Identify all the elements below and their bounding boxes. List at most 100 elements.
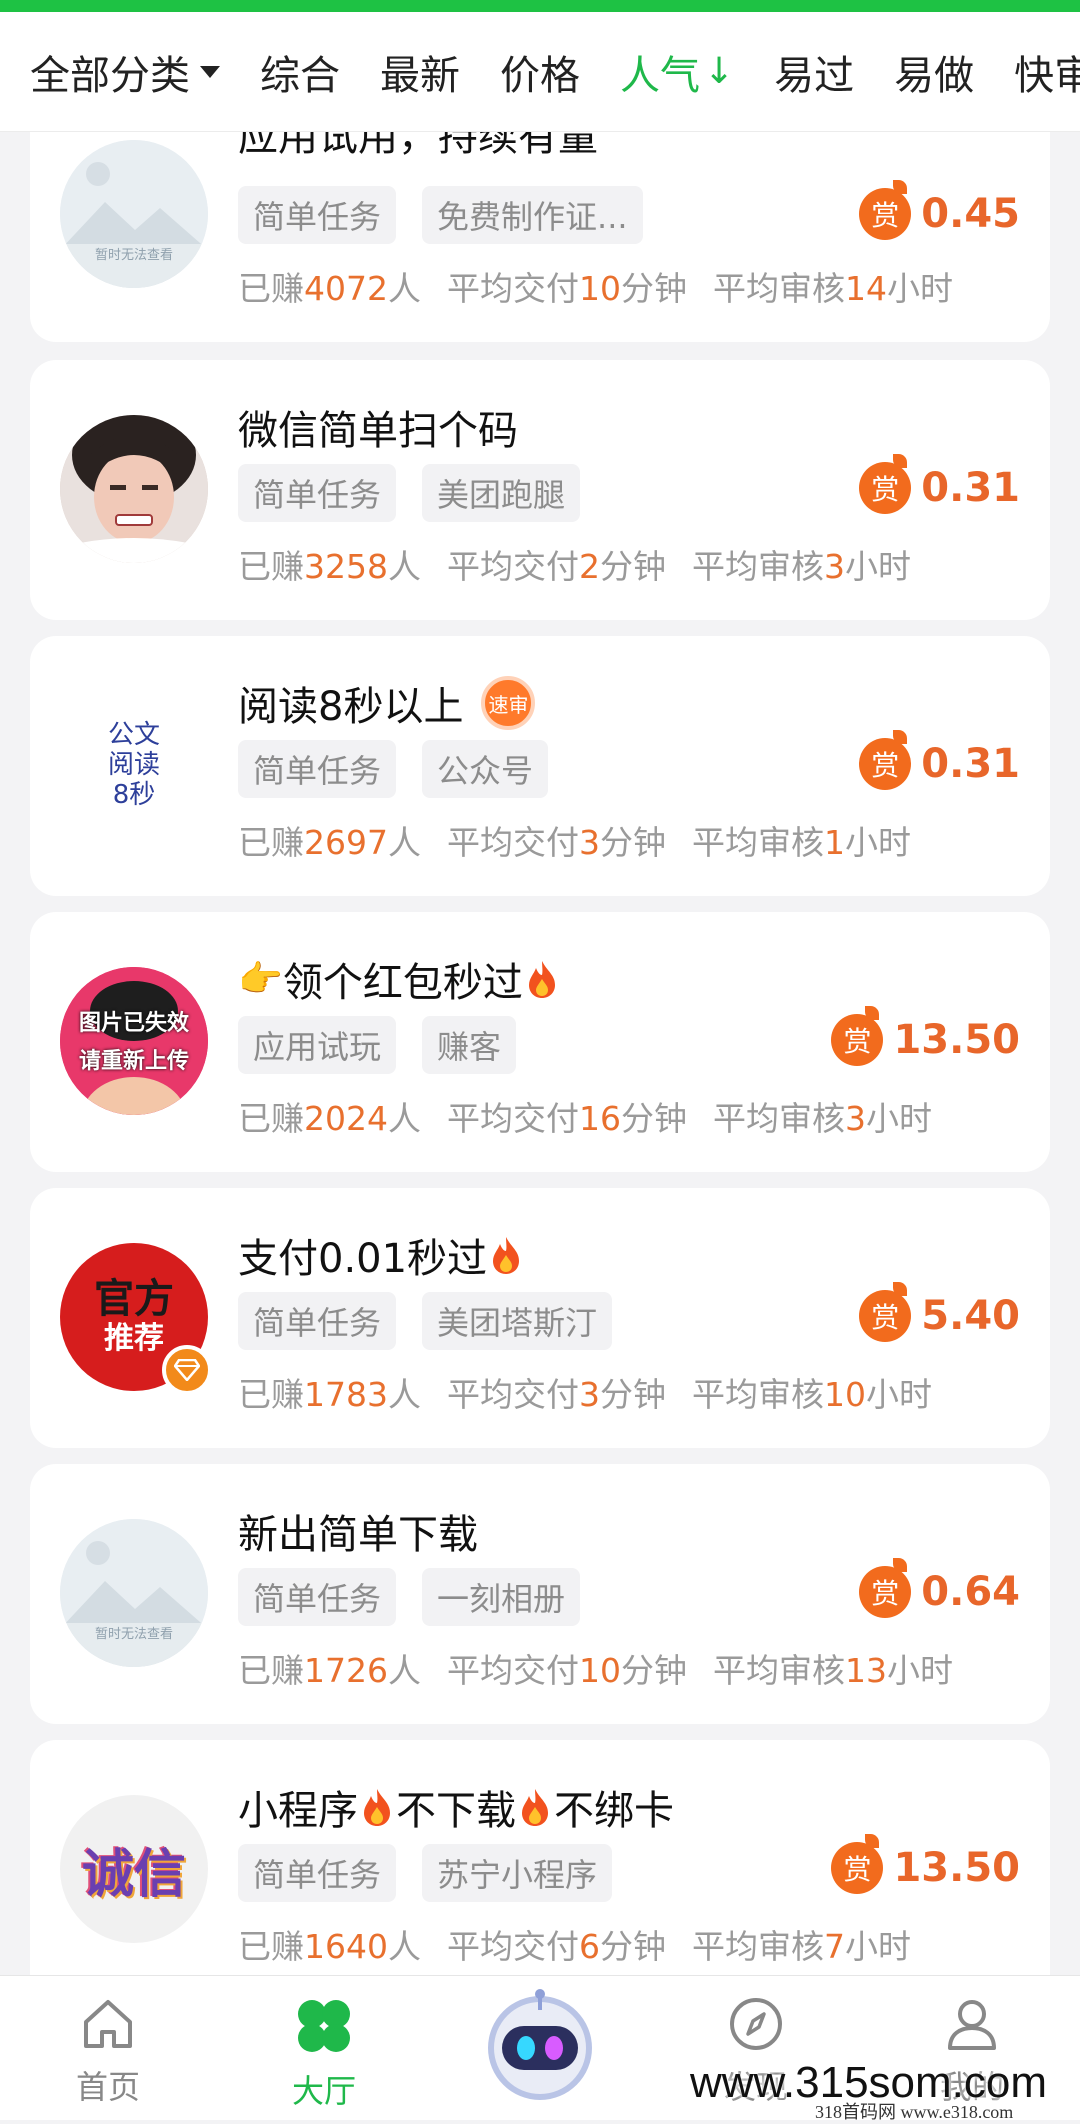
task-tag: 简单任务 <box>238 740 397 798</box>
avatar-text-line: 公文 <box>107 720 160 750</box>
filter-all-categories[interactable]: 全部分类 <box>30 43 220 101</box>
home-icon <box>84 2000 132 2048</box>
filter-fast-review[interactable]: 快审 <box>1014 43 1080 101</box>
task-tags: 简单任务 公众号 <box>238 740 574 798</box>
task-stats: 已赚2697人 平均交付3分钟 平均审核1小时 <box>238 823 911 862</box>
task-title-text: 不下载 <box>396 1788 516 1834</box>
task-reward: 赏 5.40 <box>859 1282 1020 1342</box>
task-reward: 赏 0.31 <box>859 730 1020 790</box>
fire-icon <box>522 1789 548 1826</box>
task-card[interactable]: 暂时无法查看 新出简单下载 简单任务 一刻相册 赏 0.64 已赚1726人 平均… <box>30 1464 1050 1724</box>
task-card[interactable]: 官方 推荐 支付0.01秒过 简单任务 美团塔斯汀 赏 5.40 已赚1783人… <box>30 1188 1050 1448</box>
task-title: 新出简单下载 <box>238 1502 478 1560</box>
reward-amount: 0.31 <box>921 465 1020 511</box>
task-tag: 简单任务 <box>238 464 397 522</box>
task-reward: 赏 13.50 <box>831 1834 1020 1894</box>
nav-label: 大厅 <box>291 2072 356 2110</box>
task-tag: 简单任务 <box>238 1568 397 1626</box>
fire-icon <box>493 1237 520 1274</box>
task-card[interactable]: 诚信 小程序 不下载 不绑卡 简单任务 苏宁小程序 赏 13.50 已赚1640… <box>30 1740 1050 1975</box>
task-avatar: 官方 推荐 <box>60 1243 212 1395</box>
reward-icon: 赏 <box>859 180 912 240</box>
task-title: 微信简单扫个码 <box>238 398 518 456</box>
task-tag: 应用试玩 <box>238 1016 397 1074</box>
task-tags: 简单任务 免费制作证... <box>238 186 669 244</box>
compass-icon <box>730 1998 782 2050</box>
task-tag: 简单任务 <box>238 1844 397 1902</box>
filter-easy-pass[interactable]: 易过 <box>774 43 854 101</box>
task-tag: 苏宁小程序 <box>422 1844 613 1902</box>
task-tag: 赚客 <box>422 1016 517 1074</box>
filter-popularity[interactable]: 人气 ↓ <box>620 43 734 101</box>
task-card[interactable]: 图片已失效 请重新上传 👉 领个红包秒过 应用试玩 赚客 赏 13.50 已赚2… <box>30 912 1050 1172</box>
task-title-text: 阅读8秒以上 <box>238 684 464 730</box>
task-tag: 简单任务 <box>238 186 397 244</box>
filter-easy-do[interactable]: 易做 <box>894 43 974 101</box>
filter-price[interactable]: 价格 <box>500 43 580 101</box>
task-tag: 公众号 <box>422 740 549 798</box>
task-title-text: 新出简单下载 <box>238 1512 478 1558</box>
watermark-small: 318首码网 www.e318.com <box>815 2102 1014 2122</box>
avatar-caption: 暂时无法查看 <box>94 248 173 263</box>
clover-icon <box>298 2000 350 2052</box>
nav-home[interactable]: 首页 <box>38 1994 178 2108</box>
task-title: 小程序 不下载 不绑卡 <box>238 1778 674 1836</box>
task-reward: 赏 0.31 <box>859 454 1020 514</box>
avatar-text-line: 请重新上传 <box>78 1049 189 1074</box>
task-stats: 已赚1726人 平均交付10分钟 平均审核13小时 <box>238 1651 953 1690</box>
filter-comprehensive[interactable]: 综合 <box>260 43 340 101</box>
task-tag: 美团塔斯汀 <box>422 1292 613 1350</box>
task-title: 阅读8秒以上 速审 <box>238 674 536 732</box>
placeholder-avatar: 暂时无法查看 <box>60 140 208 288</box>
task-reward: 赏 0.64 <box>859 1558 1020 1618</box>
robot-icon <box>488 1989 592 2100</box>
task-stats: 已赚4072人 平均交付10分钟 平均审核14小时 <box>238 269 953 308</box>
task-title: 👉 领个红包秒过 <box>238 950 561 1008</box>
task-tag: 免费制作证... <box>422 186 643 244</box>
reward-amount: 5.40 <box>921 1293 1020 1339</box>
task-stats: 已赚1640人 平均交付6分钟 平均审核7小时 <box>238 1927 911 1966</box>
filter-latest[interactable]: 最新 <box>380 43 460 101</box>
task-list[interactable]: 暂时无法查看 应用试用，持续有量 简单任务 免费制作证... 赏 0.45 已赚… <box>0 0 1080 1975</box>
user-avatar <box>60 415 208 563</box>
task-stats: 已赚3258人 平均交付2分钟 平均审核3小时 <box>238 547 911 586</box>
task-tag: 简单任务 <box>238 1292 397 1350</box>
task-tags: 简单任务 美团跑腿 <box>238 464 606 522</box>
nav-assistant[interactable] <box>470 1982 610 2110</box>
task-tag: 一刻相册 <box>422 1568 581 1626</box>
task-avatar: 诚信 <box>60 1795 208 1943</box>
reward-amount: 0.64 <box>921 1569 1020 1615</box>
task-tags: 简单任务 一刻相册 <box>238 1568 606 1626</box>
task-tag: 美团跑腿 <box>422 464 581 522</box>
reward-amount: 13.50 <box>893 1845 1020 1891</box>
task-title: 支付0.01秒过 <box>238 1226 525 1284</box>
pointing-hand-icon: 👉 <box>238 959 283 1000</box>
image-placeholder-icon <box>60 1519 208 1667</box>
task-stats: 已赚2024人 平均交付16分钟 平均审核3小时 <box>238 1099 932 1138</box>
sort-down-arrow-icon: ↓ <box>704 51 735 92</box>
placeholder-avatar: 暂时无法查看 <box>60 1519 208 1667</box>
reward-icon: 赏 <box>859 1558 912 1618</box>
task-avatar: 公文 阅读 8秒 <box>60 691 208 839</box>
reward-icon: 赏 <box>859 730 912 790</box>
reward-amount: 13.50 <box>893 1017 1020 1063</box>
diamond-badge-icon <box>162 1345 212 1395</box>
reward-amount: 0.31 <box>921 741 1020 787</box>
reward-icon: 赏 <box>831 1834 884 1894</box>
task-title-text: 微信简单扫个码 <box>238 408 518 454</box>
reward-icon: 赏 <box>859 1282 912 1342</box>
task-card[interactable]: 微信简单扫个码 简单任务 美团跑腿 赏 0.31 已赚3258人 平均交付2分钟平… <box>30 360 1050 620</box>
task-title-text: 小程序 <box>238 1788 358 1834</box>
task-title-text: 领个红包秒过 <box>282 960 523 1006</box>
nav-hall[interactable]: 大厅 <box>254 1994 394 2112</box>
avatar-text-line: 诚信 <box>81 1844 186 1905</box>
task-card[interactable]: 公文 阅读 8秒 阅读8秒以上 速审 简单任务 公众号 赏 0.31 已赚269… <box>30 636 1050 896</box>
task-tags: 简单任务 苏宁小程序 <box>238 1844 638 1902</box>
nav-label: 首页 <box>75 2068 140 2106</box>
avatar-text-line: 阅读 <box>107 750 160 780</box>
avatar-caption: 暂时无法查看 <box>94 1627 173 1642</box>
avatar-text-line: 图片已失效 <box>78 1011 189 1036</box>
avatar-text-line: 推荐 <box>104 1321 164 1356</box>
sort-filter-bar: 全部分类 综合 最新 价格 人气 ↓ 易过 易做 快审 <box>0 12 1080 132</box>
task-reward: 赏 0.45 <box>859 180 1020 240</box>
